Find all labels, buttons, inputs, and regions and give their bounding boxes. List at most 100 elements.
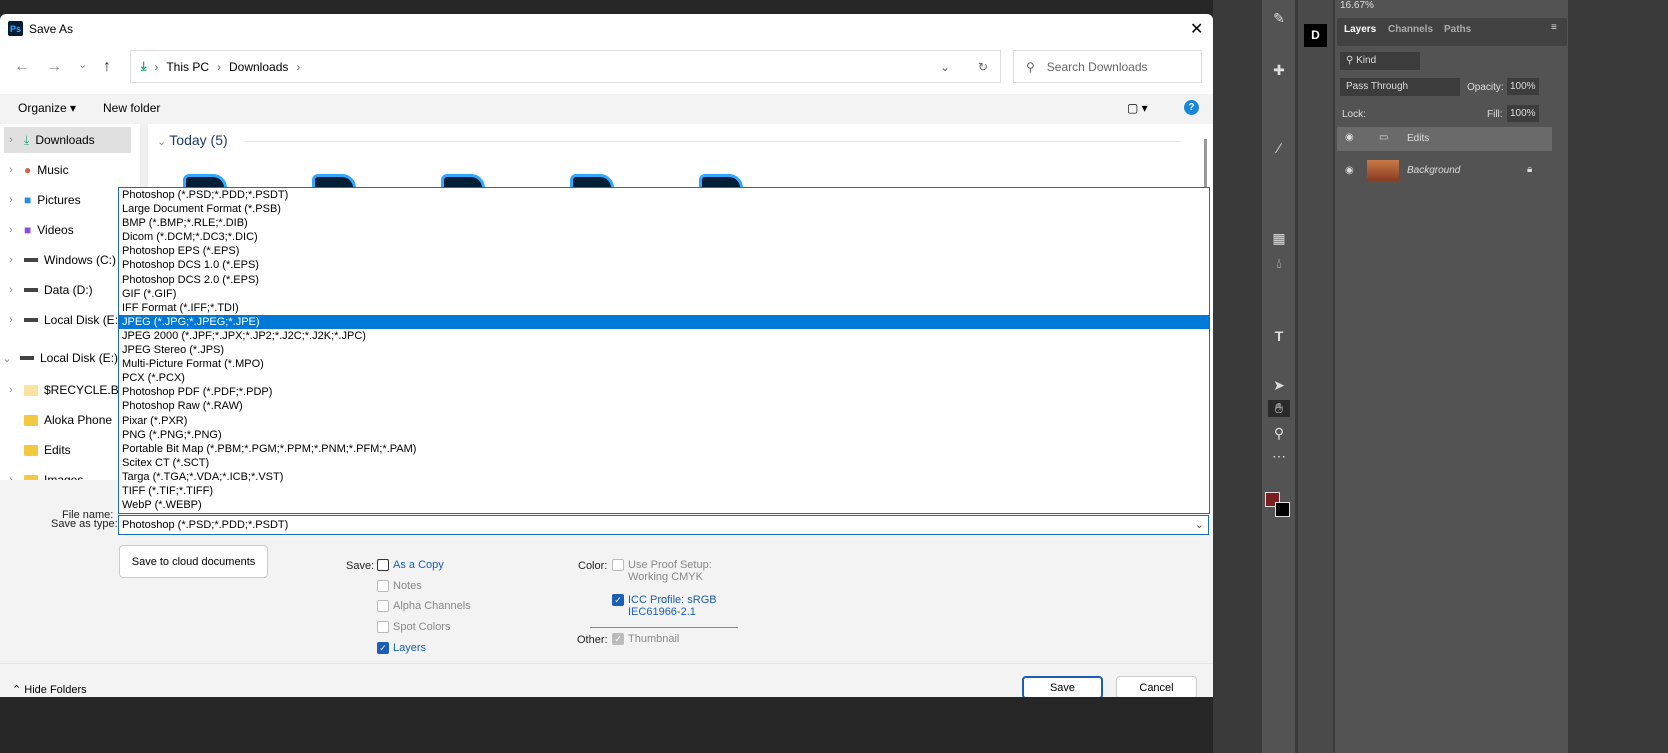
save-as-type-select[interactable]: Photoshop (*.PSD;*.PDD;*.PSDT) ⌄ bbox=[118, 515, 1209, 535]
file-type-option[interactable]: Multi-Picture Format (*.MPO) bbox=[119, 357, 1209, 371]
file-type-dropdown-list[interactable]: Photoshop (*.PSD;*.PDD;*.PSDT) Large Docu… bbox=[118, 187, 1210, 514]
icc-label: ICC Profile: sRGB bbox=[628, 594, 717, 606]
brush-icon[interactable]: ∕ bbox=[1268, 140, 1290, 156]
eye-icon[interactable]: ◉ bbox=[1345, 132, 1354, 143]
group-header-today[interactable]: ⌄ Today (5) bbox=[157, 132, 228, 148]
tab-channels[interactable]: Channels bbox=[1388, 24, 1433, 35]
file-type-option[interactable]: JPEG 2000 (*.JPF;*.JPX;*.JP2;*.J2C;*.J2K… bbox=[119, 329, 1209, 343]
up-button[interactable]: ↑ bbox=[103, 58, 111, 76]
file-type-option[interactable]: JPEG (*.JPG;*.JPEG;*.JPE) bbox=[119, 314, 1209, 329]
file-type-option[interactable]: Photoshop DCS 1.0 (*.EPS) bbox=[119, 258, 1209, 272]
new-folder-button[interactable]: New folder bbox=[103, 101, 160, 115]
tab-paths[interactable]: Paths bbox=[1444, 24, 1471, 35]
sidebar-item-videos[interactable]: › ■ Videos bbox=[4, 217, 131, 243]
libraries-icon[interactable]: D bbox=[1304, 24, 1327, 47]
hand-tool-icon[interactable]: ✋︎ bbox=[1268, 400, 1290, 417]
view-options-icon[interactable]: ▢ ▾ bbox=[1127, 101, 1148, 115]
fill-input[interactable]: 100% bbox=[1507, 105, 1539, 122]
eye-icon[interactable]: ◉ bbox=[1345, 165, 1354, 176]
type-tool-icon[interactable]: T bbox=[1268, 328, 1290, 344]
sidebar-item-pictures[interactable]: › ■ Pictures bbox=[4, 187, 131, 213]
file-type-option[interactable]: WebP (*.WEBP) bbox=[119, 498, 1209, 512]
hide-folders-label: Hide Folders bbox=[24, 684, 87, 696]
refresh-icon[interactable]: ↻ bbox=[978, 60, 988, 74]
more-tools-icon[interactable]: ⋯ bbox=[1268, 448, 1290, 465]
close-button[interactable]: ✕ bbox=[1190, 19, 1203, 39]
layers-checkbox[interactable]: ✓ Layers bbox=[377, 642, 426, 654]
hide-folders-button[interactable]: ⌃ Hide Folders bbox=[12, 683, 87, 696]
icc-profile-checkbox[interactable]: ✓ ICC Profile: sRGB IEC61966-2.1 bbox=[612, 594, 717, 618]
sidebar-item-edits[interactable]: Edits bbox=[4, 437, 131, 463]
tab-layers[interactable]: Layers bbox=[1344, 24, 1376, 35]
file-type-option[interactable]: TIFF (*.TIF;*.TIFF) bbox=[119, 484, 1209, 498]
sidebar-label: Videos bbox=[37, 223, 74, 237]
file-type-option[interactable]: Dicom (*.DCM;*.DC3;*.DIC) bbox=[119, 230, 1209, 244]
recent-locations-button[interactable]: ⌄ bbox=[78, 58, 87, 71]
navigator-zoom[interactable]: 16.67% bbox=[1340, 0, 1374, 11]
file-type-option[interactable]: JPEG Stereo (*.JPS) bbox=[119, 343, 1209, 357]
organize-menu[interactable]: Organize ▾ bbox=[18, 101, 76, 115]
layers-label: Layers bbox=[393, 642, 427, 654]
address-bar[interactable]: ⤓ › This PC › Downloads › ⌄ ↻ bbox=[130, 50, 1001, 83]
file-type-option[interactable]: Photoshop DCS 2.0 (*.EPS) bbox=[119, 273, 1209, 287]
sidebar-item-music[interactable]: › ● Music bbox=[4, 157, 131, 183]
blur-icon[interactable]: 💧︎ bbox=[1268, 255, 1290, 272]
forward-button[interactable]: → bbox=[46, 58, 62, 76]
panel-dock bbox=[1298, 0, 1333, 753]
layer-row-background[interactable]: ◉ Background 🔒︎ bbox=[1337, 158, 1552, 184]
search-box[interactable]: ⚲ Search Downloads bbox=[1013, 50, 1202, 83]
save-as-type-value: Photoshop (*.PSD;*.PDD;*.PSDT) bbox=[122, 519, 289, 531]
help-icon[interactable]: ? bbox=[1184, 100, 1199, 115]
file-type-option[interactable]: Pixar (*.PXR) bbox=[119, 414, 1209, 428]
sidebar-item-recycle-bin[interactable]: › $RECYCLE.BIN bbox=[4, 377, 131, 403]
notes-checkbox: Notes bbox=[377, 580, 422, 592]
panel-menu-icon[interactable]: ≡ bbox=[1551, 22, 1557, 33]
breadcrumb-this-pc[interactable]: This PC bbox=[166, 60, 209, 74]
file-type-option[interactable]: Scitex CT (*.SCT) bbox=[119, 456, 1209, 470]
sidebar-item-local-disk-e-expanded[interactable]: ⌄ Local Disk (E:) bbox=[0, 345, 127, 371]
background-color-swatch[interactable] bbox=[1275, 502, 1290, 517]
save-button[interactable]: Save bbox=[1022, 676, 1103, 697]
footer-divider bbox=[0, 663, 1213, 664]
layer-row-edits[interactable]: ◉ ▭ Edits bbox=[1337, 127, 1552, 151]
back-button[interactable]: ← bbox=[14, 58, 30, 76]
file-type-option[interactable]: Portable Bit Map (*.PBM;*.PGM;*.PPM;*.PN… bbox=[119, 442, 1209, 456]
as-a-copy-checkbox[interactable]: As a Copy bbox=[377, 559, 444, 571]
healing-brush-icon[interactable]: ✚ bbox=[1268, 62, 1290, 79]
drive-icon bbox=[24, 258, 38, 262]
search-input[interactable]: Search Downloads bbox=[1047, 60, 1148, 74]
file-type-option[interactable]: Photoshop (*.PSD;*.PDD;*.PSDT) bbox=[119, 188, 1209, 202]
file-type-option[interactable]: PCX (*.PCX) bbox=[119, 371, 1209, 385]
gradient-icon[interactable]: ▦ bbox=[1268, 230, 1290, 247]
selection-icon[interactable]: ➤ bbox=[1268, 377, 1290, 394]
save-to-cloud-button[interactable]: Save to cloud documents bbox=[119, 545, 268, 578]
file-type-option[interactable]: Targa (*.TGA;*.VDA;*.ICB;*.VST) bbox=[119, 470, 1209, 484]
file-type-option[interactable]: IFF Format (*.IFF;*.TDI) bbox=[119, 301, 1209, 315]
drive-icon bbox=[20, 356, 34, 360]
sidebar-item-windows-c[interactable]: › Windows (C:) bbox=[4, 247, 131, 273]
file-type-option[interactable]: Photoshop Raw (*.RAW) bbox=[119, 399, 1209, 413]
sidebar-item-aloka-phone[interactable]: Aloka Phone bbox=[4, 407, 131, 433]
cancel-button[interactable]: Cancel bbox=[1116, 676, 1197, 697]
sidebar-item-downloads[interactable]: › ⤓ Downloads bbox=[4, 127, 131, 153]
opacity-input[interactable]: 100% bbox=[1507, 78, 1539, 95]
file-type-option[interactable]: Photoshop EPS (*.EPS) bbox=[119, 244, 1209, 258]
blend-mode-select[interactable]: Pass Through bbox=[1340, 78, 1460, 96]
sidebar-label: Windows (C:) bbox=[44, 253, 117, 267]
file-type-option[interactable]: PNG (*.PNG;*.PNG) bbox=[119, 428, 1209, 442]
file-type-option[interactable]: BMP (*.BMP;*.RLE;*.DIB) bbox=[119, 216, 1209, 230]
breadcrumb-downloads[interactable]: Downloads bbox=[229, 60, 288, 74]
file-type-option[interactable]: Photoshop PDF (*.PDF;*.PDP) bbox=[119, 385, 1209, 399]
folder-icon bbox=[24, 384, 38, 396]
file-type-option[interactable]: GIF (*.GIF) bbox=[119, 287, 1209, 301]
sidebar-item-data-d[interactable]: › Data (D:) bbox=[4, 277, 131, 303]
chevron-up-icon: ⌃ bbox=[12, 684, 25, 696]
address-dropdown-icon[interactable]: ⌄ bbox=[940, 60, 950, 74]
eyedropper-icon[interactable]: ✎ bbox=[1268, 10, 1290, 27]
sidebar-label: Local Disk (E:) bbox=[44, 313, 123, 327]
kind-filter-select[interactable]: ⚲ Kind bbox=[1340, 52, 1420, 70]
options-divider bbox=[590, 627, 738, 628]
zoom-tool-icon[interactable]: ⚲ bbox=[1268, 425, 1290, 442]
sidebar-item-local-disk-e[interactable]: › Local Disk (E:) bbox=[4, 307, 131, 333]
file-type-option[interactable]: Large Document Format (*.PSB) bbox=[119, 202, 1209, 216]
